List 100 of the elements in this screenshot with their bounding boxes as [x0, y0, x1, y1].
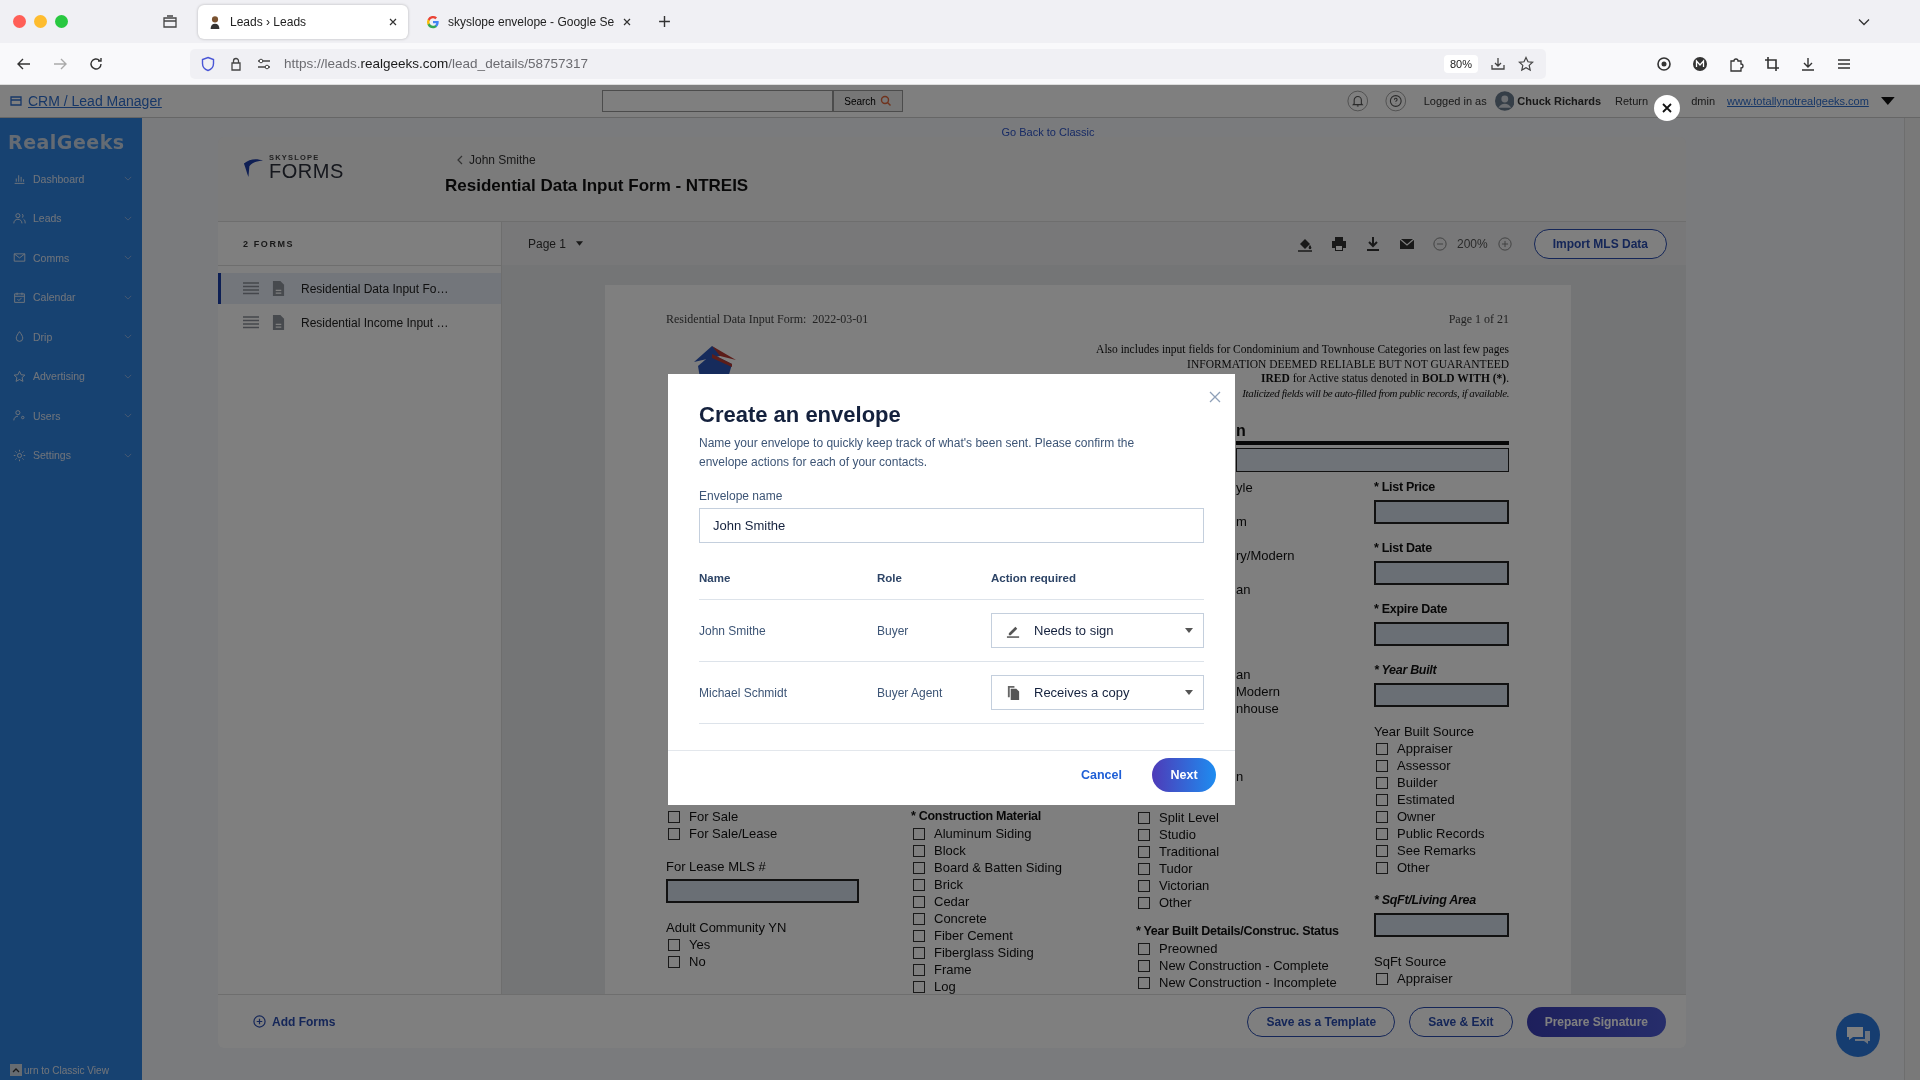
chevron-down-icon[interactable]	[1858, 17, 1870, 26]
checkbox[interactable]	[913, 878, 925, 891]
chevron-down-icon	[124, 452, 132, 458]
sidebar-item[interactable]: Settings	[0, 435, 142, 475]
checkbox[interactable]	[913, 963, 925, 976]
checkbox[interactable]	[1138, 896, 1150, 909]
action-dropdown[interactable]: Needs to sign	[991, 613, 1204, 648]
caret-icon[interactable]	[1880, 97, 1895, 105]
checkbox[interactable]	[1376, 742, 1388, 755]
return-link[interactable]: Return	[1615, 95, 1649, 107]
tab-list-icon[interactable]	[162, 13, 178, 30]
checkbox[interactable]	[913, 980, 925, 993]
input-field[interactable]	[1374, 683, 1509, 707]
envelope-name-field[interactable]: John Smithe	[699, 508, 1204, 543]
drag-handle-icon[interactable]	[243, 315, 259, 330]
admin-link[interactable]: dmin	[1691, 95, 1715, 107]
close-icon[interactable]	[388, 16, 398, 27]
cancel-button[interactable]: Cancel	[1081, 768, 1122, 782]
sidebar-item[interactable]: Drip	[0, 317, 142, 357]
checkbox[interactable]	[1138, 942, 1150, 955]
site-link[interactable]: www.totallynotrealgeeks.com	[1727, 95, 1869, 107]
checkbox[interactable]	[1376, 972, 1388, 985]
checkbox[interactable]	[913, 895, 925, 908]
new-tab-icon[interactable]	[658, 15, 672, 28]
puzzle-icon[interactable]	[1728, 55, 1744, 72]
drag-handle-icon[interactable]	[243, 281, 259, 296]
checkbox[interactable]	[1376, 844, 1388, 857]
checkbox[interactable]	[1138, 811, 1150, 824]
import-button[interactable]: Import MLS Data	[1533, 228, 1667, 259]
sidebar-item[interactable]: Calendar	[0, 277, 142, 317]
checkbox[interactable]	[1138, 959, 1150, 972]
checkbox[interactable]	[668, 938, 680, 951]
classic-view-link[interactable]: urn to Classic View	[24, 1064, 109, 1076]
checkbox[interactable]	[913, 929, 925, 942]
breadcrumb-link[interactable]: John Smithe	[455, 153, 749, 167]
form-item[interactable]: Residential Income Input …	[218, 307, 501, 338]
tray-icon[interactable]	[1490, 55, 1506, 72]
sidebar-item[interactable]: Advertising	[0, 356, 142, 396]
reload-icon[interactable]	[88, 55, 104, 72]
browser-tab[interactable]: skyslope envelope - Google Se	[416, 4, 643, 39]
checkbox[interactable]	[668, 827, 680, 840]
action-button[interactable]: Save & Exit	[1409, 1006, 1513, 1037]
action-dropdown[interactable]: Receives a copy	[991, 675, 1204, 710]
go-back-link[interactable]: Go Back to Classic	[1001, 126, 1095, 140]
option-label: Cedar	[934, 894, 970, 909]
input-field[interactable]	[1374, 500, 1509, 524]
profile-icon[interactable]	[1692, 55, 1708, 72]
sidebar-item[interactable]: Users	[0, 396, 142, 436]
action-button[interactable]: Prepare Signature	[1526, 1006, 1666, 1037]
checkbox[interactable]	[913, 946, 925, 959]
input-field[interactable]	[1374, 561, 1509, 585]
scrollbar[interactable]	[1904, 118, 1920, 1080]
crm-title-link[interactable]: CRM / Lead Manager	[10, 93, 162, 109]
search-field[interactable]	[601, 90, 833, 112]
close-icon[interactable]	[622, 16, 633, 27]
page-dropdown[interactable]: Page 1	[528, 236, 584, 251]
star-icon[interactable]	[1518, 55, 1534, 72]
action-button[interactable]: Save as a Template	[1247, 1006, 1396, 1037]
checkbox[interactable]	[913, 827, 925, 840]
option-label: New Construction - Incomplete	[1159, 975, 1337, 990]
address-bar[interactable]: https://leads.realgeeks.com/lead_details/58757317 80%	[190, 48, 1546, 79]
checkbox[interactable]	[1138, 828, 1150, 841]
checkbox[interactable]	[1376, 793, 1388, 806]
checkbox[interactable]	[1376, 861, 1388, 874]
chat-icon[interactable]	[1836, 1013, 1880, 1057]
sidebar-item[interactable]: Dashboard	[0, 159, 142, 199]
checkbox[interactable]	[1138, 976, 1150, 989]
close-window-button[interactable]	[13, 15, 26, 28]
input-field[interactable]	[1374, 913, 1509, 937]
checkbox[interactable]	[1138, 845, 1150, 858]
checkbox[interactable]	[913, 844, 925, 857]
extension-icon[interactable]	[1656, 55, 1672, 72]
crop-icon[interactable]	[1764, 55, 1780, 72]
checkbox[interactable]	[913, 912, 925, 925]
download-icon[interactable]	[1800, 55, 1816, 72]
checkbox[interactable]	[1138, 879, 1150, 892]
add-forms-link[interactable]: Add Forms	[253, 1014, 336, 1029]
checkbox[interactable]	[668, 810, 680, 823]
search-button[interactable]: Search	[832, 90, 904, 112]
bell-icon[interactable]	[1346, 90, 1369, 112]
checkbox[interactable]	[1376, 810, 1388, 823]
print-icon[interactable]	[1330, 235, 1347, 252]
sidebar-item[interactable]: Comms	[0, 238, 142, 278]
help-icon[interactable]	[1385, 90, 1407, 112]
zoom-level[interactable]: 80%	[1443, 54, 1478, 73]
input-field[interactable]	[666, 879, 859, 903]
checkbox[interactable]	[668, 955, 680, 968]
input-field[interactable]	[1236, 448, 1509, 472]
sidebar-item[interactable]: Leads	[0, 198, 142, 238]
checkbox[interactable]	[913, 861, 925, 874]
checkbox[interactable]	[1376, 759, 1388, 772]
checkbox[interactable]	[1376, 776, 1388, 789]
form-item[interactable]: Residential Data Input Fo…	[218, 273, 501, 304]
next-button[interactable]: Next	[1152, 758, 1216, 792]
checkbox[interactable]	[1138, 862, 1150, 875]
option-label: Split Level	[1159, 810, 1219, 825]
arrow-up-icon[interactable]	[10, 1064, 22, 1076]
input-field[interactable]	[1374, 622, 1509, 646]
browser-tab[interactable]: Leads › Leads	[198, 4, 408, 39]
checkbox[interactable]	[1376, 827, 1388, 840]
